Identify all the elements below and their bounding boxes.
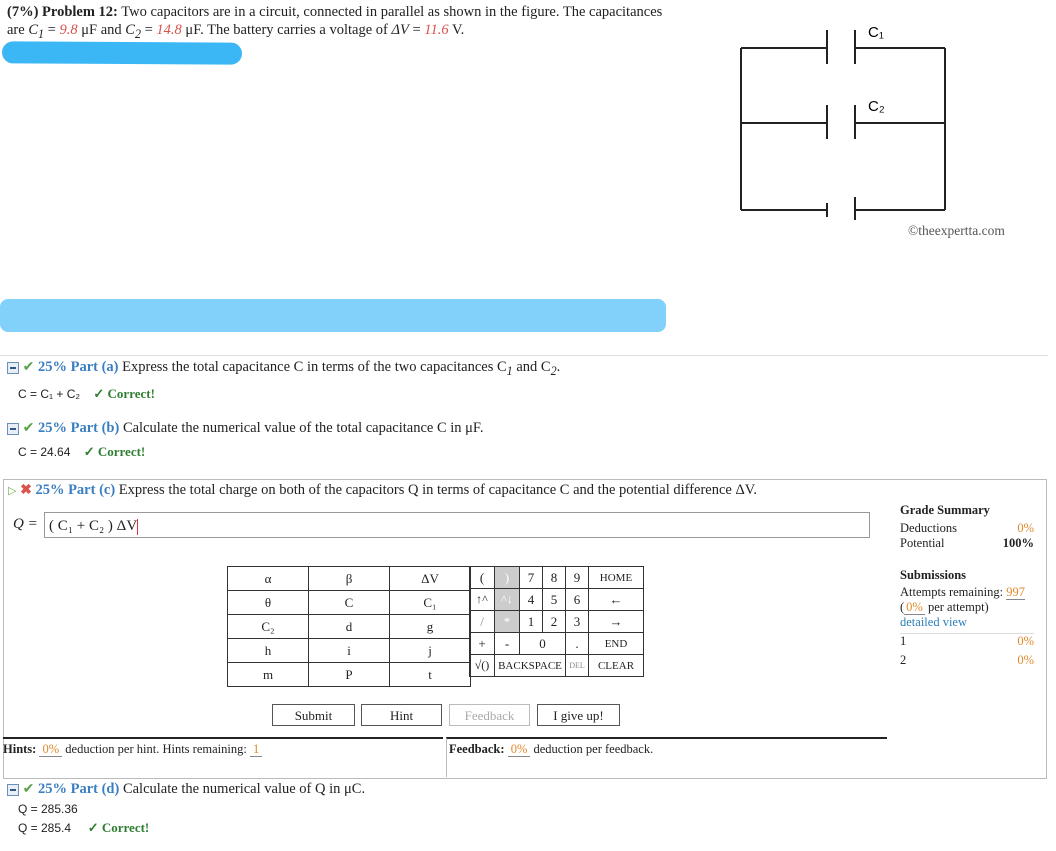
key-p[interactable]: P: [308, 662, 390, 687]
key-d[interactable]: d: [308, 614, 390, 639]
key-beta[interactable]: β: [308, 566, 390, 591]
text-caret: [137, 518, 139, 535]
key-theta[interactable]: θ: [227, 590, 309, 615]
redaction-scribble: [0, 299, 666, 332]
redaction-scribble: [1, 41, 243, 65]
part-c-header: ▷ ✖ 25% Part (c) Express the total charg…: [8, 482, 758, 498]
key-sqrt[interactable]: √(): [469, 654, 495, 677]
key-backspace[interactable]: BACKSPACE: [494, 654, 566, 677]
part-d-answer-1: Q = 285.36: [18, 802, 78, 816]
give-up-button[interactable]: I give up!: [537, 704, 620, 726]
key-6[interactable]: 6: [565, 588, 589, 611]
deductions-value: 0%: [1017, 521, 1034, 535]
key-home[interactable]: HOME: [588, 566, 644, 589]
key-1[interactable]: 1: [519, 610, 543, 633]
problem-statement: (7%) Problem 12: Two capacitors are in a…: [7, 4, 663, 41]
feedback-deduction: 0%: [507, 742, 531, 757]
key-m[interactable]: m: [227, 662, 309, 687]
key-h[interactable]: h: [227, 638, 309, 663]
key-alpha[interactable]: α: [227, 566, 309, 591]
key-power-up[interactable]: ↑^: [469, 588, 495, 611]
collapse-icon[interactable]: [7, 361, 19, 374]
part-d-header: ✔ 25% Part (d) Calculate the numerical v…: [7, 781, 365, 798]
problem-header: (7%) Problem 12:: [7, 4, 118, 20]
detailed-view-link[interactable]: detailed view: [900, 615, 967, 629]
part-b-answer: C = 24.64 ✓ Correct!: [18, 444, 146, 459]
key-open-paren[interactable]: (: [469, 566, 495, 589]
potential-value: 100%: [1002, 536, 1034, 550]
key-power-down[interactable]: ^↓: [494, 588, 520, 611]
key-multiply[interactable]: *: [494, 610, 520, 633]
attempts-remaining: 997: [1006, 585, 1025, 600]
part-a-answer: C = C₁ + C₂ ✓ Correct!: [18, 386, 155, 401]
key-g[interactable]: g: [389, 614, 471, 639]
collapse-icon[interactable]: [7, 422, 19, 435]
key-j[interactable]: j: [389, 638, 471, 663]
key-dot[interactable]: .: [565, 632, 589, 655]
answer-input[interactable]: ( C₁ + C₂ ) ΔV: [44, 512, 870, 538]
key-del[interactable]: DEL: [565, 654, 589, 677]
key-3[interactable]: 3: [565, 610, 589, 633]
correct-badge: ✓ Correct!: [87, 820, 150, 835]
key-minus[interactable]: -: [494, 632, 520, 655]
key-c[interactable]: C: [308, 590, 390, 615]
q-label: Q =: [13, 516, 38, 532]
cross-icon: ✖: [20, 483, 32, 498]
key-clear[interactable]: CLEAR: [588, 654, 644, 677]
c2-label: C₂: [868, 98, 885, 115]
part-d-answer-2: Q = 285.4 ✓ Correct!: [18, 820, 150, 835]
checkmark-icon: ✔: [22, 421, 35, 436]
collapse-icon[interactable]: [7, 783, 19, 796]
c1-label: C₁: [868, 24, 884, 41]
key-divide[interactable]: /: [469, 610, 495, 633]
grade-summary: Grade Summary Deductions 0% Potential 10…: [900, 503, 1034, 667]
operator-keypad: ( ) 7 8 9 HOME ↑^ ^↓ 4 5 6 ← / * 1 2 3 →…: [469, 566, 644, 677]
hints-remaining: 1: [249, 742, 263, 757]
key-deltav[interactable]: ΔV: [389, 566, 471, 591]
key-5[interactable]: 5: [542, 588, 566, 611]
key-4[interactable]: 4: [519, 588, 543, 611]
hint-button[interactable]: Hint: [361, 704, 442, 726]
grade-title: Grade Summary: [900, 503, 990, 517]
key-i[interactable]: i: [308, 638, 390, 663]
checkmark-icon: ✔: [22, 782, 35, 797]
correct-badge: ✓ Correct!: [83, 444, 146, 459]
key-c1[interactable]: C₁: [389, 590, 471, 615]
submit-button[interactable]: Submit: [272, 704, 355, 726]
correct-badge: ✓ Correct!: [93, 386, 155, 401]
checkmark-icon: ✔: [22, 360, 35, 375]
key-t[interactable]: t: [389, 662, 471, 687]
key-8[interactable]: 8: [542, 566, 566, 589]
key-left-arrow[interactable]: ←: [588, 588, 644, 611]
key-9[interactable]: 9: [565, 566, 589, 589]
hint-deduction: 0%: [39, 742, 63, 757]
part-b-header: ✔ 25% Part (b) Calculate the numerical v…: [7, 420, 483, 437]
divider: [0, 355, 1048, 356]
key-7[interactable]: 7: [519, 566, 543, 589]
key-plus[interactable]: +: [469, 632, 495, 655]
symbol-keypad: α β ΔV θ C C₁ C₂ d g hij mPt: [227, 566, 471, 687]
copyright: ©theexpertta.com: [908, 223, 1005, 238]
feedback-button[interactable]: Feedback: [449, 704, 530, 726]
key-c2[interactable]: C₂: [227, 614, 309, 639]
feedback-bar: Feedback: 0% deduction per feedback.: [446, 737, 887, 777]
key-right-arrow[interactable]: →: [588, 610, 644, 633]
hints-bar: Hints: 0% deduction per hint. Hints rema…: [3, 737, 443, 757]
key-end[interactable]: END: [588, 632, 644, 655]
key-2[interactable]: 2: [542, 610, 566, 633]
c1-value: 9.8: [59, 22, 78, 38]
c2-value: 14.8: [156, 22, 182, 38]
voltage-value: 11.6: [424, 22, 449, 38]
part-a-header: ✔ 25% Part (a) Express the total capacit…: [7, 359, 560, 379]
circuit-figure: C₁ C₂: [740, 24, 946, 220]
key-0[interactable]: 0: [519, 632, 566, 655]
key-close-paren[interactable]: ): [494, 566, 520, 589]
play-icon: ▷: [8, 485, 17, 497]
